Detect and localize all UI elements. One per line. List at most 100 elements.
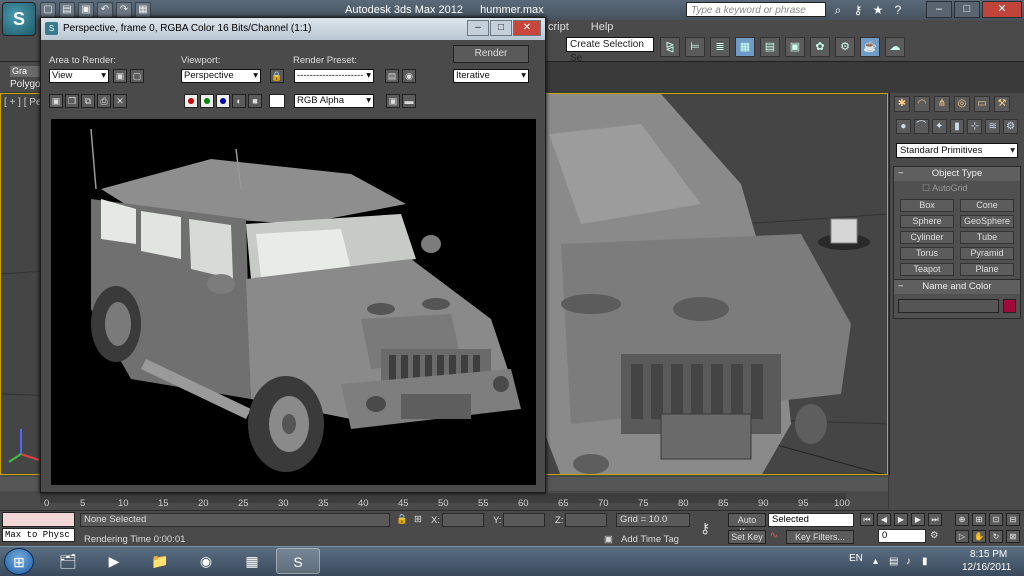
teapot-button[interactable]: Teapot (900, 263, 954, 276)
object-color-swatch[interactable] (1003, 299, 1016, 313)
helpers-icon[interactable]: ⊹ (967, 119, 983, 134)
graphite-icon[interactable]: ▦ (735, 37, 755, 57)
render-button[interactable]: Render (453, 45, 529, 63)
maxscript-output[interactable]: Max to Physc (2, 528, 75, 542)
curve-editor-icon[interactable]: ▤ (760, 37, 780, 57)
align-icon[interactable]: ⊨ (685, 37, 705, 57)
menu-item-help[interactable]: Help (591, 21, 614, 33)
current-frame-field[interactable]: 0 (878, 529, 926, 543)
winrar-icon[interactable]: ▦ (230, 548, 274, 574)
fov-icon[interactable]: ▷ (955, 530, 969, 543)
previous-frame-icon[interactable]: ◀ (877, 513, 891, 526)
orbit-icon[interactable]: ↻ (989, 530, 1003, 543)
transform-mode-icon[interactable]: ⊞ (414, 514, 422, 525)
toggle-ui-icon[interactable]: ▬ (402, 94, 416, 108)
render-setup-icon[interactable]: ⚙ (835, 37, 855, 57)
minimize-button[interactable]: – (926, 1, 952, 18)
cameras-icon[interactable]: ▮ (949, 119, 965, 134)
material-editor-icon[interactable]: ✿ (810, 37, 830, 57)
schematic-icon[interactable]: ▣ (785, 37, 805, 57)
layer-manager-icon[interactable]: ≣ (710, 37, 730, 57)
save-image-icon[interactable]: ▣ (49, 94, 63, 108)
zoom-all-icon[interactable]: ⊞ (972, 513, 986, 526)
next-frame-icon[interactable]: ▶ (911, 513, 925, 526)
green-channel-toggle[interactable] (200, 94, 214, 108)
auto-key-button[interactable]: Auto Key (728, 513, 766, 537)
render-production-icon[interactable]: ☁ (885, 37, 905, 57)
media-player-icon[interactable]: ▶ (92, 548, 136, 574)
motion-tab-icon[interactable]: ◎ (954, 96, 970, 112)
selection-set-dropdown[interactable]: Create Selection Se (566, 37, 654, 64)
channel-display-dropdown[interactable]: RGB Alpha (294, 94, 374, 108)
display-tab-icon[interactable]: ▭ (974, 96, 990, 112)
maximize-button[interactable]: □ (954, 1, 980, 18)
undo-icon[interactable]: ↶ (97, 2, 113, 18)
zoom-extents-all-icon[interactable]: ⊟ (1006, 513, 1020, 526)
key-tangent-icon[interactable]: ∿ (770, 530, 778, 541)
object-name-field[interactable] (898, 299, 999, 313)
redo-icon[interactable]: ↷ (116, 2, 132, 18)
key-mode-dropdown[interactable]: Selected (768, 513, 854, 527)
primitive-category-dropdown[interactable]: Standard Primitives (896, 143, 1018, 158)
menu-item-maxscript[interactable]: cript (548, 21, 569, 33)
torus-button[interactable]: Torus (900, 247, 954, 260)
time-config-icon[interactable]: ⚙ (930, 530, 939, 541)
systems-icon[interactable]: ⚙ (1003, 119, 1019, 134)
utilities-tab-icon[interactable]: ⚒ (994, 96, 1010, 112)
swatch-color-box[interactable] (269, 94, 285, 108)
3dsmax-icon[interactable]: S (276, 548, 320, 574)
plane-button[interactable]: Plane (960, 263, 1014, 276)
object-type-header[interactable]: Object Type (894, 167, 1020, 181)
shapes-icon[interactable]: ⌒ (913, 119, 929, 134)
folder-icon[interactable]: 📁 (138, 548, 182, 574)
y-coordinate-field[interactable] (503, 513, 545, 527)
print-image-icon[interactable]: ⎙ (97, 94, 111, 108)
geometry-icon[interactable]: ● (896, 119, 911, 134)
key-filters-button[interactable]: Key Filters... (786, 530, 854, 544)
render-maximize-button[interactable]: □ (490, 20, 512, 36)
render-close-button[interactable]: ✕ (513, 20, 541, 36)
monochrome-toggle[interactable]: ■ (248, 94, 262, 108)
z-coordinate-field[interactable] (565, 513, 607, 527)
tray-expand-icon[interactable]: ▴ (873, 556, 878, 567)
render-mode-dropdown[interactable]: Iterative (453, 69, 529, 83)
help-search-input[interactable]: Type a keyword or phrase (686, 2, 826, 17)
start-button[interactable]: ⊞ (4, 548, 34, 575)
render-minimize-button[interactable]: – (467, 20, 489, 36)
key-icon[interactable]: ⚷ (850, 2, 866, 18)
add-time-tag-button[interactable]: Add Time Tag (621, 534, 679, 545)
maximize-viewport-icon[interactable]: ⊠ (1006, 530, 1020, 543)
alpha-channel-toggle[interactable]: ◐ (232, 94, 246, 108)
create-tab-icon[interactable]: ✱ (894, 96, 910, 112)
pan-icon[interactable]: ✋ (972, 530, 986, 543)
app-logo-button[interactable]: S (2, 2, 36, 36)
box-button[interactable]: Box (900, 199, 954, 212)
zoom-icon[interactable]: ⊕ (955, 513, 969, 526)
clock-date[interactable]: 12/16/2011 (962, 562, 1011, 573)
tube-button[interactable]: Tube (960, 231, 1014, 244)
toggle-ui-overlay-icon[interactable]: ▣ (386, 94, 400, 108)
lock-viewport-icon[interactable]: 🔒 (270, 69, 284, 83)
blue-channel-toggle[interactable] (216, 94, 230, 108)
lights-icon[interactable]: ✦ (931, 119, 947, 134)
project-folder-icon[interactable]: ▦ (135, 2, 151, 18)
language-indicator[interactable]: EN (849, 553, 863, 564)
clear-image-icon[interactable]: ✕ (113, 94, 127, 108)
name-color-header[interactable]: Name and Color (894, 280, 1020, 294)
default-key-icon[interactable]: ⚷ (700, 520, 710, 537)
pyramid-button[interactable]: Pyramid (960, 247, 1014, 260)
close-button[interactable]: ✕ (982, 1, 1022, 18)
question-icon[interactable]: ? (890, 2, 906, 18)
binoculars-icon[interactable]: ⌕ (830, 2, 846, 18)
geosphere-button[interactable]: GeoSphere (960, 215, 1014, 228)
sphere-button[interactable]: Sphere (900, 215, 954, 228)
zoom-extents-icon[interactable]: ⊡ (989, 513, 1003, 526)
star-icon[interactable]: ★ (870, 2, 886, 18)
environment-effects-icon[interactable]: ◉ (402, 69, 416, 83)
lock-selection-icon[interactable]: 🔒 (396, 514, 408, 525)
clone-window-icon[interactable]: ⧉ (81, 94, 95, 108)
firefox-icon[interactable]: ◉ (184, 548, 228, 574)
viewport-dropdown[interactable]: Perspective (181, 69, 261, 83)
render-setup-icon[interactable]: ▤ (385, 69, 399, 83)
modify-tab-icon[interactable]: ◠ (914, 96, 930, 112)
